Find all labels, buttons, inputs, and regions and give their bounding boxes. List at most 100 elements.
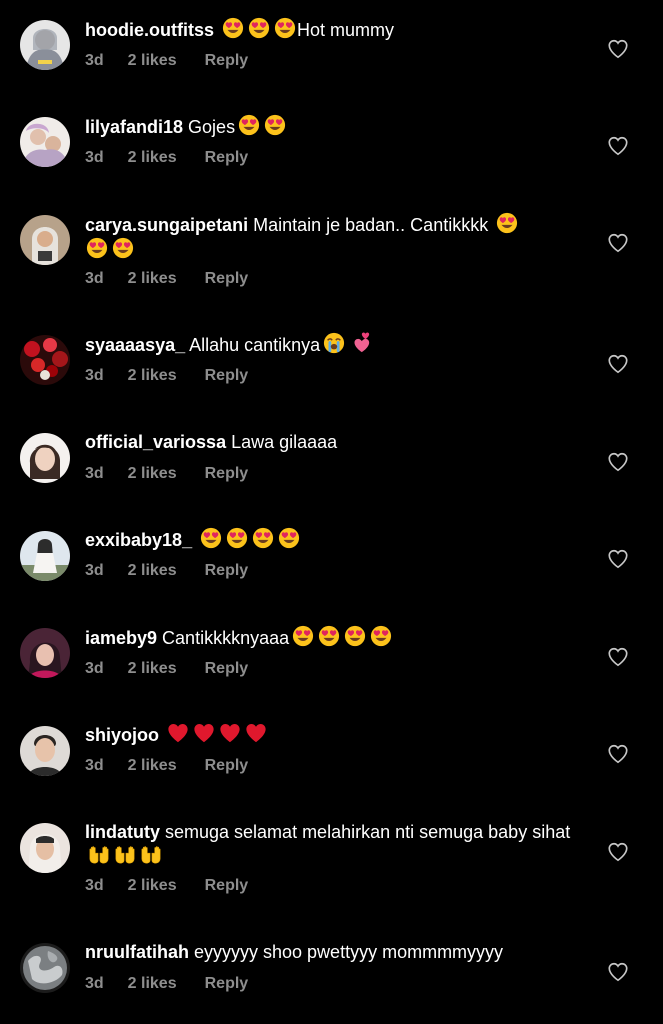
comment-meta: 3d 2 likes Reply (85, 562, 248, 580)
comment-meta: 3d 2 likes Reply (85, 660, 248, 678)
palms-up-emoji-icon (113, 844, 137, 866)
palms-up-emoji-icon (139, 844, 163, 866)
heart-outline-icon[interactable] (607, 38, 629, 60)
comment-meta: 3d 2 likes Reply (85, 149, 248, 167)
comment-username[interactable]: shiyojoo (85, 725, 159, 745)
reply-button[interactable]: Reply (205, 270, 249, 288)
heart-outline-icon[interactable] (607, 743, 629, 765)
heart-eyes-emoji-icon (277, 527, 301, 549)
comment-text: lindatuty semuga selamat melahirkan nti … (85, 820, 590, 869)
reply-button[interactable]: Reply (205, 975, 249, 993)
reply-button[interactable]: Reply (205, 149, 249, 167)
comment-likes[interactable]: 2 likes (128, 562, 177, 580)
comment-text: nruulfatihah eyyyyyy shoo pwettyyy mommm… (85, 940, 590, 964)
avatar[interactable] (20, 531, 70, 581)
comment-text: lilyafandi18 Gojes (85, 114, 590, 139)
comment-meta: 3d 2 likes Reply (85, 52, 248, 70)
comment-meta: 3d 2 likes Reply (85, 975, 248, 993)
comment-text: carya.sungaipetani Maintain je badan.. C… (85, 212, 590, 262)
comment-username[interactable]: nruulfatihah (85, 942, 189, 962)
heart-eyes-emoji-icon (85, 237, 109, 259)
comment-text: iameby9 Cantikkkknyaaa (85, 625, 590, 650)
comment-body: Cantikkkknyaaa (157, 628, 290, 648)
reply-button[interactable]: Reply (205, 660, 249, 678)
avatar[interactable] (20, 943, 70, 993)
comment-time: 3d (85, 975, 104, 992)
palms-up-emoji-icon (87, 844, 111, 866)
avatar[interactable] (20, 20, 70, 70)
heart-outline-icon[interactable] (607, 841, 629, 863)
comment-likes[interactable]: 2 likes (128, 465, 177, 483)
avatar[interactable] (20, 335, 70, 385)
comment-text: shiyojoo (85, 722, 590, 747)
comment-username[interactable]: iameby9 (85, 628, 157, 648)
heart-eyes-emoji-icon (263, 114, 287, 136)
reply-button[interactable]: Reply (205, 562, 249, 580)
comment-likes[interactable]: 2 likes (128, 149, 177, 167)
heart-eyes-emoji-icon (225, 527, 249, 549)
red-heart-emoji-icon (166, 722, 190, 744)
comment-meta: 3d 2 likes Reply (85, 270, 248, 288)
heart-outline-icon[interactable] (607, 232, 629, 254)
comment-time: 3d (85, 270, 104, 287)
comment-body (159, 725, 164, 745)
comment-username[interactable]: lilyafandi18 (85, 117, 183, 137)
comment-likes[interactable]: 2 likes (128, 757, 177, 775)
heart-eyes-emoji-icon (291, 625, 315, 647)
comment-body: Maintain je badan.. Cantikkkk (248, 215, 494, 235)
heart-eyes-emoji-icon (317, 625, 341, 647)
red-heart-emoji-icon (244, 722, 268, 744)
heart-outline-icon[interactable] (607, 451, 629, 473)
heart-eyes-emoji-icon (369, 625, 393, 647)
comment-username[interactable]: lindatuty (85, 822, 160, 842)
comment-likes[interactable]: 2 likes (128, 367, 177, 385)
heart-outline-icon[interactable] (607, 135, 629, 157)
comment-likes[interactable]: 2 likes (128, 975, 177, 993)
comment-time: 3d (85, 367, 104, 384)
heart-outline-icon[interactable] (607, 353, 629, 375)
comment-likes[interactable]: 2 likes (128, 660, 177, 678)
heart-outline-icon[interactable] (607, 646, 629, 668)
heart-eyes-emoji-icon (495, 212, 519, 234)
avatar[interactable] (20, 823, 70, 873)
two-hearts-emoji-icon (348, 332, 372, 354)
avatar[interactable] (20, 215, 70, 265)
loudly-crying-emoji-icon (322, 332, 346, 354)
comment-body-suffix: Hot mummy (297, 20, 395, 40)
comment-username[interactable]: exxibaby18_ (85, 530, 192, 550)
comment-body: eyyyyyy shoo pwettyyy mommmmyyyy (189, 942, 504, 962)
avatar[interactable] (20, 433, 70, 483)
comment-time: 3d (85, 660, 104, 677)
comment-username[interactable]: carya.sungaipetani (85, 215, 248, 235)
comment-meta: 3d 2 likes Reply (85, 465, 248, 483)
reply-button[interactable]: Reply (205, 757, 249, 775)
heart-eyes-emoji-icon (221, 17, 245, 39)
comment-username[interactable]: hoodie.outfitss (85, 20, 214, 40)
avatar[interactable] (20, 117, 70, 167)
reply-button[interactable]: Reply (205, 367, 249, 385)
heart-eyes-emoji-icon (199, 527, 223, 549)
comment-likes[interactable]: 2 likes (128, 877, 177, 895)
reply-button[interactable]: Reply (205, 465, 249, 483)
comment-text: official_variossa Lawa gilaaaa (85, 430, 590, 454)
comment-username[interactable]: syaaaasya_ (85, 335, 185, 355)
comment-username[interactable]: official_variossa (85, 432, 226, 452)
comment-meta: 3d 2 likes Reply (85, 757, 248, 775)
comment-time: 3d (85, 757, 104, 774)
heart-outline-icon[interactable] (607, 961, 629, 983)
comment-likes[interactable]: 2 likes (128, 52, 177, 70)
reply-button[interactable]: Reply (205, 877, 249, 895)
red-heart-emoji-icon (192, 722, 216, 744)
heart-outline-icon[interactable] (607, 548, 629, 570)
heart-eyes-emoji-icon (251, 527, 275, 549)
comment-time: 3d (85, 877, 104, 894)
heart-eyes-emoji-icon (237, 114, 261, 136)
comment-body (192, 530, 197, 550)
comment-likes[interactable]: 2 likes (128, 270, 177, 288)
comment-time: 3d (85, 562, 104, 579)
avatar[interactable] (20, 628, 70, 678)
avatar[interactable] (20, 726, 70, 776)
heart-eyes-emoji-icon (111, 237, 135, 259)
reply-button[interactable]: Reply (205, 52, 249, 70)
comment-time: 3d (85, 149, 104, 166)
